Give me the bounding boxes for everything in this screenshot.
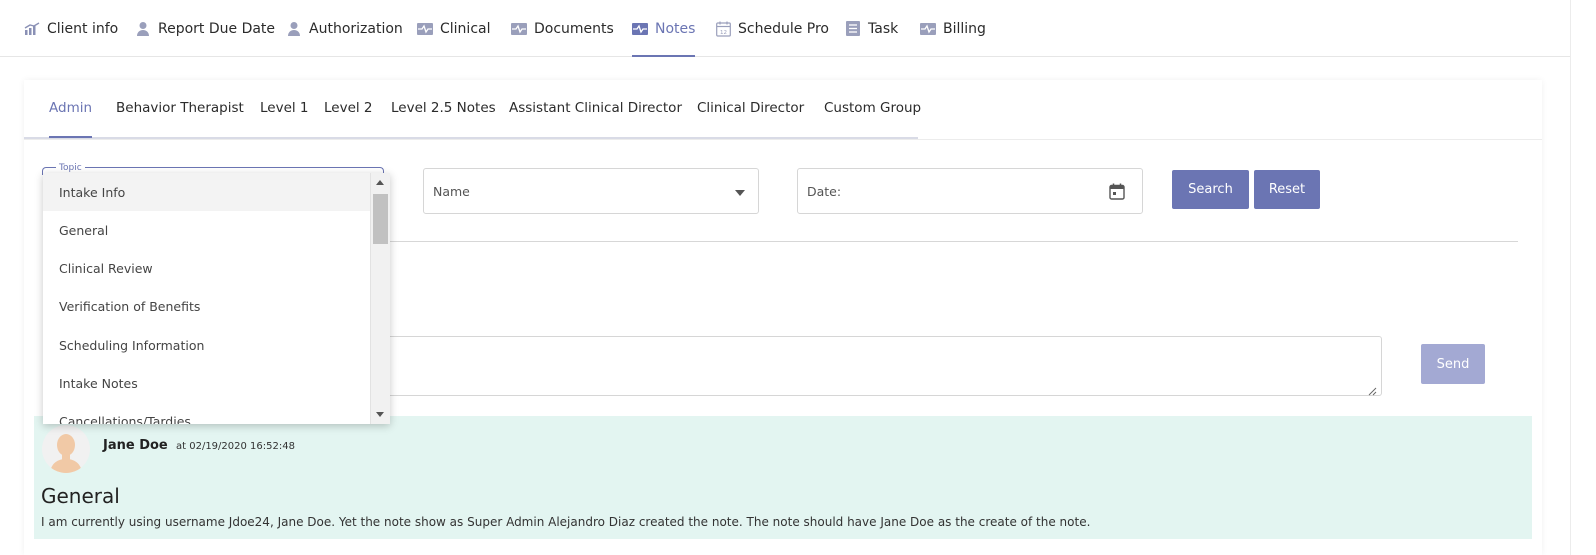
- nav-label: Task: [868, 20, 899, 37]
- chart-icon: [24, 21, 40, 37]
- tab-admin[interactable]: Admin: [49, 100, 93, 138]
- nav-label: Clinical: [440, 20, 491, 37]
- note-author: Jane Doe: [103, 438, 168, 453]
- chevron-down-icon: [735, 190, 745, 196]
- dropdown-option[interactable]: General: [43, 211, 370, 249]
- nav-label: Documents: [534, 20, 614, 37]
- nav-item-documents[interactable]: Documents: [511, 0, 614, 57]
- note-entry: Jane Doe at 02/19/2020 16:52:48 General …: [34, 416, 1532, 539]
- scroll-up-icon[interactable]: [376, 180, 384, 185]
- pulse-icon: [920, 21, 936, 37]
- tab-assistant-clinical-director[interactable]: Assistant Clinical Director: [509, 100, 682, 138]
- dropdown-scrollbar[interactable]: [370, 173, 390, 424]
- nav-label: Authorization: [309, 20, 403, 37]
- dropdown-option[interactable]: Clinical Review: [43, 249, 370, 287]
- nav-item-report-due-date[interactable]: Report Due Date: [135, 0, 275, 57]
- nav-item-task[interactable]: Task: [845, 0, 898, 57]
- topic-label: Topic: [56, 163, 85, 173]
- nav-item-notes[interactable]: Notes: [632, 0, 696, 57]
- nav-label: Report Due Date: [158, 20, 276, 37]
- nav-item-authorization[interactable]: Authorization: [286, 0, 403, 57]
- note-textarea[interactable]: [390, 336, 1382, 396]
- avatar: [42, 425, 90, 473]
- scroll-down-icon[interactable]: [376, 412, 384, 417]
- tab-level-2[interactable]: Level 2: [324, 100, 373, 138]
- name-select[interactable]: Name: [423, 168, 759, 214]
- tab-level-1[interactable]: Level 1: [260, 100, 309, 138]
- send-button[interactable]: Send: [1421, 344, 1485, 384]
- nav-item-schedule-pro[interactable]: 12 Schedule Pro: [715, 0, 829, 57]
- resize-handle-icon[interactable]: [1367, 381, 1377, 396]
- svg-text:12: 12: [720, 30, 727, 36]
- dropdown-option[interactable]: Verification of Benefits: [43, 287, 370, 325]
- dropdown-option[interactable]: Scheduling Information: [43, 326, 370, 364]
- date-field[interactable]: Date:: [797, 168, 1143, 214]
- pulse-icon: [417, 21, 433, 37]
- pulse-icon: [632, 21, 648, 37]
- tab-level-2-5-notes[interactable]: Level 2.5 Notes: [391, 100, 496, 138]
- tab-clinical-director[interactable]: Clinical Director: [697, 100, 804, 138]
- tab-custom-group[interactable]: Custom Group: [824, 100, 921, 138]
- nav-label: Schedule Pro: [738, 20, 829, 37]
- name-placeholder: Name: [433, 184, 470, 199]
- list-icon: [845, 21, 861, 37]
- nav-label: Notes: [655, 20, 696, 37]
- nav-item-billing[interactable]: Billing: [920, 0, 986, 57]
- tab-behavior-therapist[interactable]: Behavior Therapist: [116, 100, 244, 138]
- nav-item-clinical[interactable]: Clinical: [417, 0, 490, 57]
- nav-label: Billing: [943, 20, 986, 37]
- page-scrollbar[interactable]: [1570, 0, 1596, 555]
- scroll-thumb[interactable]: [373, 194, 388, 244]
- search-button[interactable]: Search: [1172, 170, 1249, 209]
- nav-item-client-info[interactable]: Client info: [24, 0, 118, 57]
- note-body: I am currently using username Jdoe24, Ja…: [41, 515, 1091, 529]
- note-timestamp: at 02/19/2020 16:52:48: [176, 441, 295, 452]
- dropdown-option[interactable]: Cancellations/Tardies: [43, 402, 370, 425]
- person-icon: [135, 21, 151, 37]
- nav-label: Client info: [47, 20, 119, 37]
- note-title: General: [41, 484, 120, 508]
- person-icon: [286, 21, 302, 37]
- top-nav: Client info Report Due Date Authorizatio…: [0, 0, 1570, 57]
- dropdown-option[interactable]: Intake Notes: [43, 364, 370, 402]
- pulse-icon: [511, 21, 527, 37]
- topic-dropdown: Intake Info General Clinical Review Veri…: [43, 173, 390, 424]
- filter-divider: [390, 241, 1518, 242]
- calendar-icon: 12: [715, 21, 731, 37]
- role-tabs: Admin Behavior Therapist Level 1 Level 2…: [24, 80, 1542, 140]
- calendar-icon[interactable]: [1109, 183, 1125, 203]
- dropdown-option[interactable]: Intake Info: [43, 173, 370, 211]
- date-placeholder: Date:: [807, 184, 842, 199]
- reset-button[interactable]: Reset: [1254, 170, 1320, 209]
